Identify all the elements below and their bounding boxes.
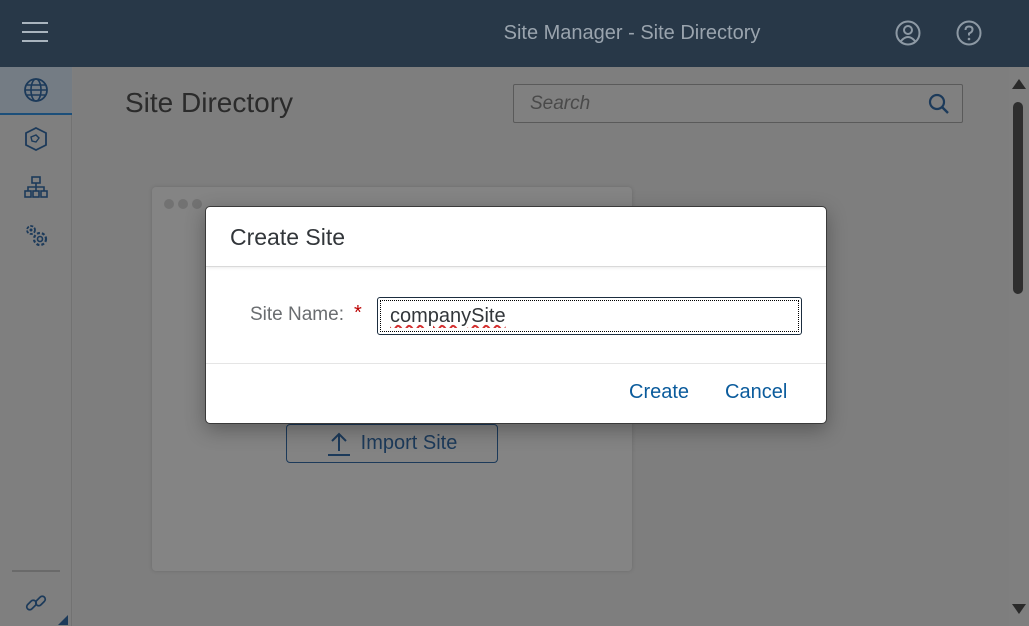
dialog-header: Create Site <box>206 207 826 267</box>
site-name-label: Site Name: <box>250 304 344 325</box>
nav-item-hierarchy[interactable] <box>0 163 72 211</box>
side-navigation <box>0 67 72 626</box>
site-name-field-wrapper <box>377 297 802 335</box>
nav-item-settings[interactable] <box>0 211 72 259</box>
import-site-button[interactable]: Import Site <box>286 424 498 463</box>
import-site-label: Import Site <box>360 432 458 454</box>
help-icon[interactable] <box>956 20 982 46</box>
cube-icon <box>25 126 47 152</box>
upload-icon <box>327 432 350 456</box>
scrollbar[interactable] <box>1009 67 1029 626</box>
shell-bar: Site Manager - Site Directory <box>0 0 1029 67</box>
create-button[interactable]: Create <box>629 381 689 404</box>
cancel-button[interactable]: Cancel <box>725 381 787 404</box>
search-icon[interactable] <box>928 93 950 115</box>
site-name-input[interactable] <box>380 300 799 332</box>
scroll-up-arrow[interactable] <box>1012 79 1026 89</box>
nav-item-sites[interactable] <box>0 67 72 115</box>
required-marker: * <box>354 302 362 324</box>
dialog-footer: Create Cancel <box>206 363 826 423</box>
search-input[interactable]: Search <box>513 84 963 123</box>
card-dots <box>164 196 206 214</box>
nav-divider <box>12 570 60 572</box>
scroll-down-arrow[interactable] <box>1012 604 1026 614</box>
shell-title: Site Manager - Site Directory <box>503 22 761 44</box>
user-icon[interactable] <box>895 20 921 46</box>
create-site-dialog: Create Site Site Name: * Create Cancel <box>205 206 827 424</box>
search-placeholder: Search <box>530 93 591 114</box>
scroll-thumb[interactable] <box>1013 102 1023 294</box>
link-icon <box>25 595 47 611</box>
corner-indicator-icon <box>58 615 68 625</box>
nav-item-packages[interactable] <box>0 115 72 163</box>
globe-icon <box>24 78 48 102</box>
page-title: Site Directory <box>125 87 294 118</box>
gears-icon <box>26 225 48 247</box>
org-chart-icon <box>24 176 48 198</box>
dialog-title: Create Site <box>230 224 346 250</box>
